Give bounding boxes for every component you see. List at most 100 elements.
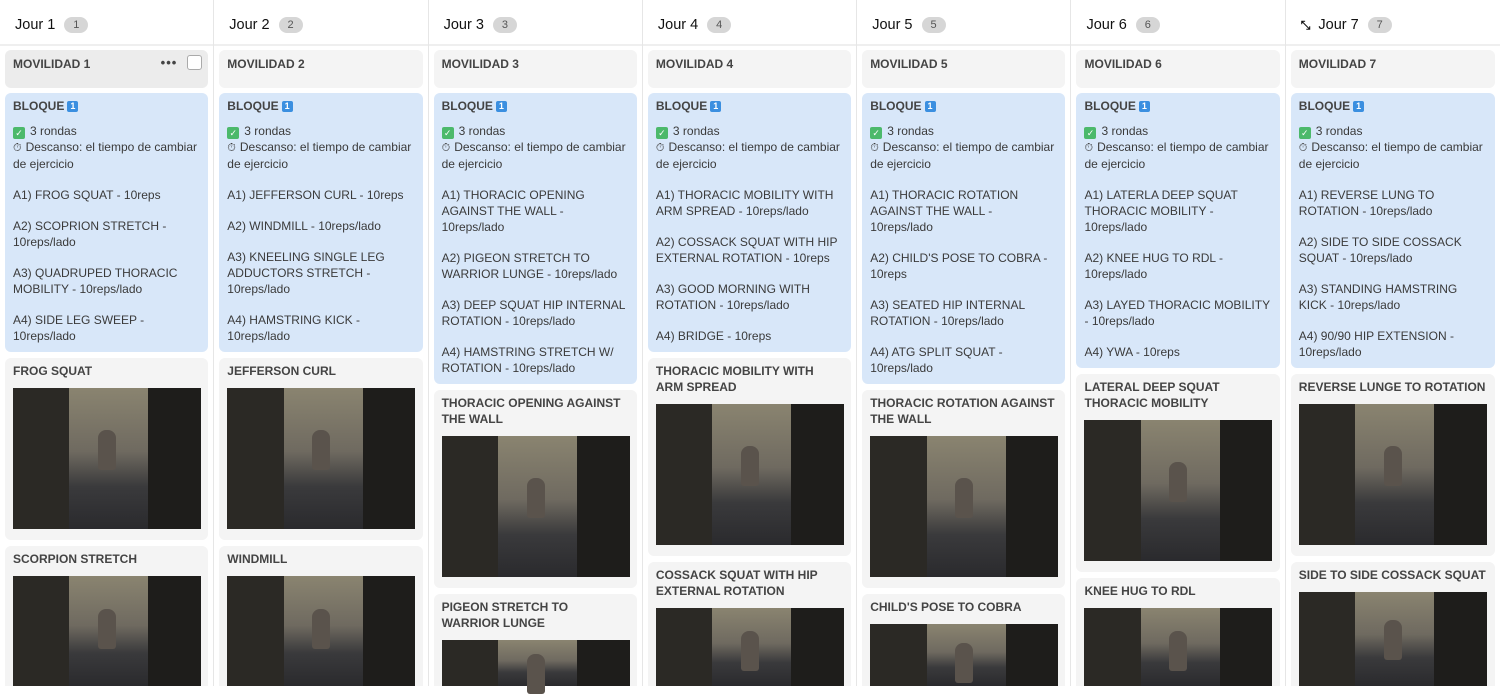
exercise-video-thumbnail[interactable]	[442, 436, 630, 577]
column-title: Jour 7	[1318, 17, 1358, 33]
exercise-video-thumbnail[interactable]	[870, 624, 1058, 686]
block-card[interactable]: BLOQUE1✓3 rondas⏱Descanso: el tiempo de …	[434, 93, 637, 384]
block-exercise-line: A2) PIGEON STRETCH TO WARRIOR LUNGE - 10…	[442, 250, 629, 282]
collapse-icon[interactable]: ⤡	[1301, 18, 1311, 33]
number-badge: 1	[1353, 101, 1364, 112]
rounds-text: 3 rondas	[887, 124, 934, 138]
column-count-badge: 6	[1136, 17, 1160, 33]
exercise-video-thumbnail[interactable]	[1084, 420, 1272, 561]
athlete-figure	[98, 609, 116, 649]
stopwatch-icon: ⏱	[1084, 140, 1093, 156]
athlete-figure	[312, 430, 330, 470]
movilidad-card[interactable]: MOVILIDAD 6	[1076, 50, 1279, 88]
athlete-figure	[1169, 631, 1187, 671]
block-card[interactable]: BLOQUE1✓3 rondas⏱Descanso: el tiempo de …	[1291, 93, 1495, 368]
exercise-video-thumbnail[interactable]	[227, 388, 415, 529]
exercise-card[interactable]: JEFFERSON CURL	[219, 358, 422, 540]
kanban-board: Jour 11MOVILIDAD 1•••BLOQUE1✓3 rondas⏱De…	[0, 0, 1500, 686]
column-header: ⤡Jour 77	[1286, 0, 1500, 46]
block-title: BLOQUE	[656, 99, 707, 113]
exercise-card[interactable]: THORACIC MOBILITY WITH ARM SPREAD	[648, 358, 851, 556]
block-exercise-line: A3) LAYED THORACIC MOBILITY - 10reps/lad…	[1084, 297, 1271, 329]
exercise-card[interactable]: PIGEON STRETCH TO WARRIOR LUNGE	[434, 594, 637, 686]
movilidad-card[interactable]: MOVILIDAD 1•••	[5, 50, 208, 88]
stopwatch-icon: ⏱	[13, 140, 22, 156]
exercise-video-thumbnail[interactable]	[656, 608, 844, 686]
block-exercise-line: A4) HAMSTRING KICK - 10reps/lado	[227, 312, 414, 344]
rounds-text: 3 rondas	[459, 124, 506, 138]
exercise-video-thumbnail[interactable]	[227, 576, 415, 686]
number-badge: 1	[496, 101, 507, 112]
block-card[interactable]: BLOQUE1✓3 rondas⏱Descanso: el tiempo de …	[862, 93, 1065, 384]
block-card[interactable]: BLOQUE1✓3 rondas⏱Descanso: el tiempo de …	[648, 93, 851, 352]
column-title: Jour 3	[444, 17, 484, 33]
athlete-figure	[527, 654, 545, 694]
exercise-title: WINDMILL	[227, 551, 414, 567]
day-column: Jour 55MOVILIDAD 5BLOQUE1✓3 rondas⏱Desca…	[857, 0, 1071, 686]
column-count-badge: 4	[707, 17, 731, 33]
select-checkbox[interactable]	[187, 55, 202, 70]
athlete-figure	[98, 430, 116, 470]
exercise-card[interactable]: KNEE HUG TO RDL	[1076, 578, 1279, 686]
more-options-icon[interactable]: •••	[161, 58, 178, 68]
exercise-title: REVERSE LUNGE TO ROTATION	[1299, 379, 1487, 395]
exercise-video-thumbnail[interactable]	[1299, 404, 1487, 545]
block-title: BLOQUE	[1299, 99, 1350, 113]
exercise-video-thumbnail[interactable]	[1299, 592, 1487, 686]
exercise-video-thumbnail[interactable]	[13, 388, 201, 529]
athlete-figure	[1169, 462, 1187, 502]
block-exercise-line: A3) DEEP SQUAT HIP INTERNAL ROTATION - 1…	[442, 297, 629, 329]
exercise-title: COSSACK SQUAT WITH HIP EXTERNAL ROTATION	[656, 567, 843, 599]
column-title: Jour 2	[229, 17, 269, 33]
exercise-card[interactable]: CHILD'S POSE TO COBRA	[862, 594, 1065, 686]
exercise-title: KNEE HUG TO RDL	[1084, 583, 1271, 599]
rest-text: Descanso: el tiempo de cambiar de ejerci…	[13, 140, 197, 171]
movilidad-card[interactable]: MOVILIDAD 3	[434, 50, 637, 88]
number-badge: 1	[925, 101, 936, 112]
day-column: Jour 33MOVILIDAD 3BLOQUE1✓3 rondas⏱Desca…	[429, 0, 643, 686]
exercise-title: THORACIC OPENING AGAINST THE WALL	[442, 395, 629, 427]
block-exercise-line: A2) KNEE HUG TO RDL - 10reps/lado	[1084, 250, 1271, 282]
block-exercise-line: A1) THORACIC OPENING AGAINST THE WALL - …	[442, 187, 629, 235]
column-header: Jour 66	[1071, 0, 1284, 46]
card-title: MOVILIDAD 6	[1084, 56, 1271, 72]
column-count-badge: 1	[64, 17, 88, 33]
exercise-card[interactable]: COSSACK SQUAT WITH HIP EXTERNAL ROTATION	[648, 562, 851, 686]
exercise-video-thumbnail[interactable]	[13, 576, 201, 686]
day-column: Jour 44MOVILIDAD 4BLOQUE1✓3 rondas⏱Desca…	[643, 0, 857, 686]
movilidad-card[interactable]: MOVILIDAD 4	[648, 50, 851, 88]
day-column: Jour 22MOVILIDAD 2BLOQUE1✓3 rondas⏱Desca…	[214, 0, 428, 686]
movilidad-card[interactable]: MOVILIDAD 7	[1291, 50, 1495, 88]
block-exercise-line: A2) WINDMILL - 10reps/lado	[227, 218, 414, 234]
block-exercise-line: A4) 90/90 HIP EXTENSION - 10reps/lado	[1299, 328, 1487, 360]
exercise-title: JEFFERSON CURL	[227, 363, 414, 379]
block-card[interactable]: BLOQUE1✓3 rondas⏱Descanso: el tiempo de …	[1076, 93, 1279, 368]
column-title: Jour 5	[872, 17, 912, 33]
card-title: MOVILIDAD 5	[870, 56, 1057, 72]
exercise-title: THORACIC ROTATION AGAINST THE WALL	[870, 395, 1057, 427]
exercise-title: FROG SQUAT	[13, 363, 200, 379]
movilidad-card[interactable]: MOVILIDAD 5	[862, 50, 1065, 88]
exercise-card[interactable]: LATERAL DEEP SQUAT THORACIC MOBILITY	[1076, 374, 1279, 572]
exercise-card[interactable]: FROG SQUAT	[5, 358, 208, 540]
movilidad-card[interactable]: MOVILIDAD 2	[219, 50, 422, 88]
exercise-card[interactable]: SIDE TO SIDE COSSACK SQUAT	[1291, 562, 1495, 686]
check-icon: ✓	[1084, 127, 1096, 139]
block-exercise-line: A2) SIDE TO SIDE COSSACK SQUAT - 10reps/…	[1299, 234, 1487, 266]
card-title: MOVILIDAD 7	[1299, 56, 1487, 72]
exercise-card[interactable]: THORACIC OPENING AGAINST THE WALL	[434, 390, 637, 588]
exercise-card[interactable]: THORACIC ROTATION AGAINST THE WALL	[862, 390, 1065, 588]
block-card[interactable]: BLOQUE1✓3 rondas⏱Descanso: el tiempo de …	[5, 93, 208, 352]
block-exercise-line: A1) REVERSE LUNG TO ROTATION - 10reps/la…	[1299, 187, 1487, 219]
block-exercise-line: A2) COSSACK SQUAT WITH HIP EXTERNAL ROTA…	[656, 234, 843, 266]
exercise-video-thumbnail[interactable]	[442, 640, 630, 686]
rest-text: Descanso: el tiempo de cambiar de ejerci…	[227, 140, 411, 171]
exercise-card[interactable]: REVERSE LUNGE TO ROTATION	[1291, 374, 1495, 556]
exercise-video-thumbnail[interactable]	[870, 436, 1058, 577]
block-card[interactable]: BLOQUE1✓3 rondas⏱Descanso: el tiempo de …	[219, 93, 422, 352]
stopwatch-icon: ⏱	[1299, 140, 1308, 156]
exercise-video-thumbnail[interactable]	[1084, 608, 1272, 686]
exercise-card[interactable]: SCORPION STRETCH	[5, 546, 208, 686]
exercise-video-thumbnail[interactable]	[656, 404, 844, 545]
exercise-card[interactable]: WINDMILL	[219, 546, 422, 686]
